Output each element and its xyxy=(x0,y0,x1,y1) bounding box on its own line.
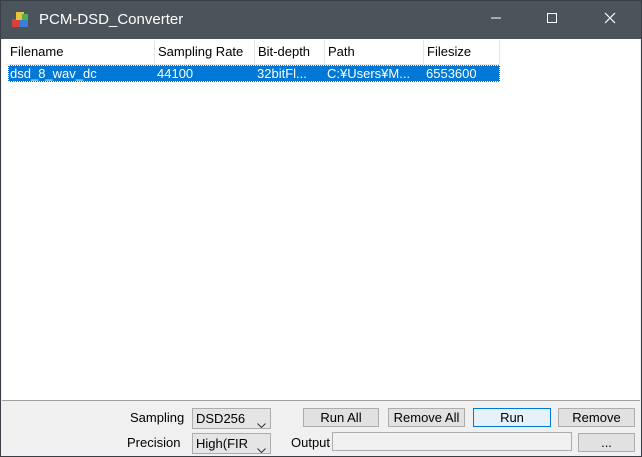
run-button[interactable]: Run xyxy=(473,408,551,427)
file-list-row[interactable]: dsd_8_wav_dc 44100 32bitFl... C:¥Users¥M… xyxy=(8,65,500,82)
cell-sampling-rate: 44100 xyxy=(157,66,194,81)
output-label: Output xyxy=(291,435,331,450)
output-path-field[interactable] xyxy=(332,432,572,451)
close-button[interactable] xyxy=(587,1,633,39)
column-header-filesize[interactable]: Filesize xyxy=(424,40,500,64)
run-all-button[interactable]: Run All xyxy=(303,408,379,427)
column-header-path[interactable]: Path xyxy=(325,40,424,64)
precision-value: High(FIR xyxy=(196,436,249,451)
browse-button[interactable]: ... xyxy=(578,433,635,452)
precision-select[interactable]: High(FIR xyxy=(192,433,271,454)
cell-path: C:¥Users¥M... xyxy=(327,66,411,81)
precision-label: Precision xyxy=(127,435,181,450)
sampling-rate-select[interactable]: DSD256 xyxy=(192,408,271,429)
title-bar[interactable]: PCM-DSD_Converter xyxy=(1,1,641,39)
cell-bit-depth: 32bitFl... xyxy=(257,66,307,81)
close-icon xyxy=(604,11,616,29)
remove-all-button[interactable]: Remove All xyxy=(388,408,465,427)
minimize-button[interactable] xyxy=(473,1,519,39)
column-header-bit-depth[interactable]: Bit-depth xyxy=(255,40,325,64)
maximize-icon xyxy=(546,11,558,29)
file-list[interactable]: Filename Sampling Rate Bit-depth Path Fi… xyxy=(2,39,640,401)
sampling-rate-value: DSD256 xyxy=(196,411,246,426)
remove-button[interactable]: Remove xyxy=(558,408,635,427)
app-window: PCM-DSD_Converter Filename Sampling Rate… xyxy=(0,0,642,457)
maximize-button[interactable] xyxy=(529,1,575,39)
column-header-sampling-rate[interactable]: Sampling Rate xyxy=(155,40,255,64)
cell-filesize: 6553600 xyxy=(426,66,477,81)
chevron-down-icon xyxy=(257,440,266,453)
cell-filename: dsd_8_wav_dc xyxy=(10,66,97,81)
column-header-filename[interactable]: Filename xyxy=(7,40,155,64)
sampling-rate-label: Sampling Rate xyxy=(130,410,187,425)
chevron-down-icon xyxy=(257,415,266,428)
file-list-header: Filename Sampling Rate Bit-depth Path Fi… xyxy=(7,40,500,65)
app-cubes-icon xyxy=(11,10,31,30)
minimize-icon xyxy=(490,11,502,29)
window-title: PCM-DSD_Converter xyxy=(39,11,184,28)
